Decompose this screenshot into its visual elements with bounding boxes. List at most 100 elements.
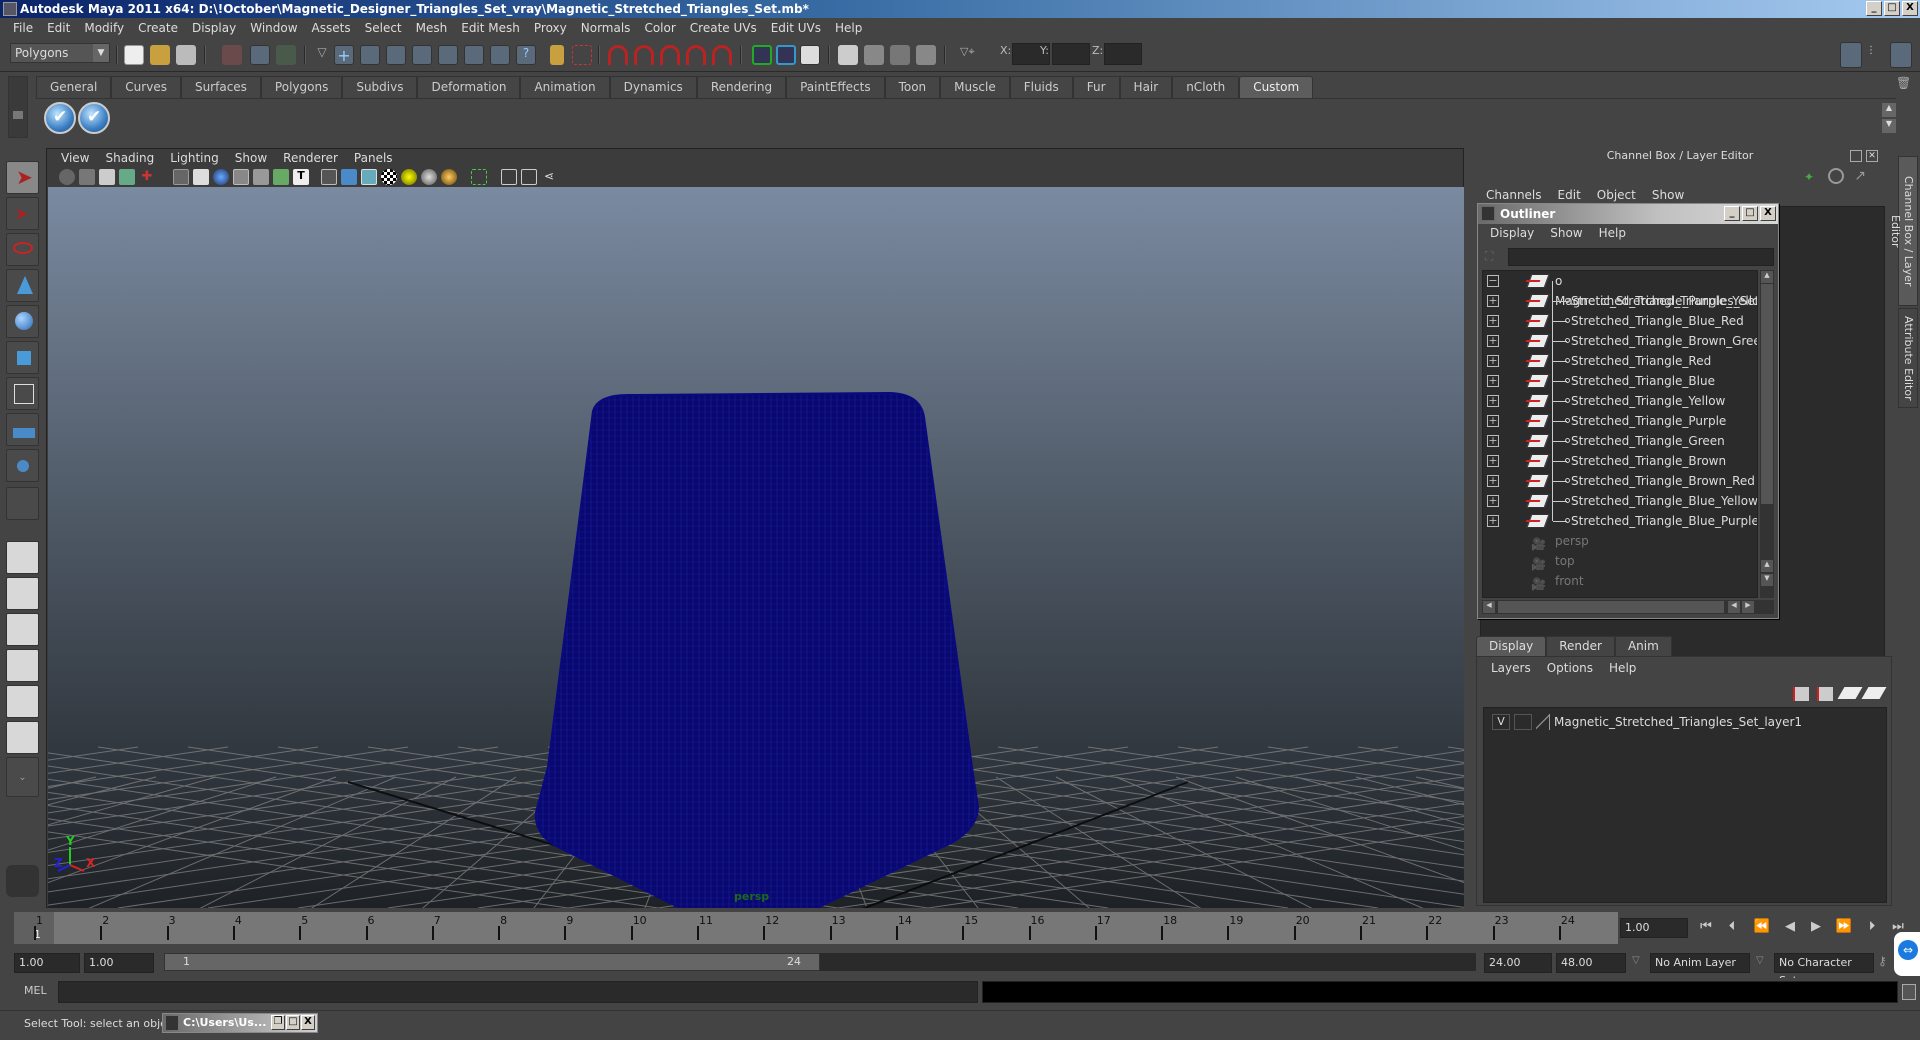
make-live-icon[interactable] [712, 45, 732, 65]
shelf-tab-painteffects[interactable]: PaintEffects [786, 76, 885, 98]
float-panel-icon[interactable] [1850, 150, 1862, 162]
save-scene-icon[interactable] [176, 45, 196, 65]
minimized-window[interactable]: C:\Users\Us... ❐ □ X [162, 1013, 318, 1033]
select-rendering-icon[interactable] [490, 45, 510, 65]
wireframe-icon[interactable] [321, 169, 337, 185]
move-layer-up-icon[interactable] [1793, 687, 1809, 701]
step-back-frame-button[interactable]: ⏴ [1722, 919, 1742, 937]
script-editor-icon[interactable] [1902, 984, 1916, 1000]
outliner-vertical-scrollbar[interactable]: ▲ ▲ ▼ [1760, 270, 1774, 598]
layer-tab-render[interactable]: Render [1546, 636, 1615, 656]
isolate-select-icon[interactable] [471, 169, 487, 185]
layout-dropdown[interactable]: ⌄ [6, 757, 39, 797]
shelf-scroll-down[interactable]: ▼ [1882, 119, 1896, 133]
safe-title-icon[interactable]: T [293, 169, 309, 185]
gate-mask-icon[interactable] [233, 169, 249, 185]
shelf-tab-muscle[interactable]: Muscle [940, 76, 1010, 98]
outliner-minimize-button[interactable]: _ [1724, 206, 1740, 221]
playback-start-field[interactable]: 1.00 [84, 953, 154, 973]
field-chart-icon[interactable] [253, 169, 269, 185]
viewport-menu-panels[interactable]: Panels [346, 151, 401, 165]
shelf-menu-button[interactable] [8, 76, 28, 138]
scroll-thumb[interactable] [1761, 284, 1773, 504]
filter-dropdown-icon[interactable]: ▽ [312, 45, 332, 65]
select-by-hierarchy-icon[interactable] [222, 45, 242, 65]
maximize-button[interactable]: □ [286, 1015, 300, 1030]
toggle-tool-settings-icon[interactable]: ⋮ [1866, 45, 1886, 65]
filter-icon[interactable]: ⛶ [1485, 249, 1501, 265]
select-tool[interactable]: ➤ [6, 161, 39, 194]
textured-icon[interactable] [381, 169, 397, 185]
resolution-gate-icon[interactable] [213, 169, 229, 185]
layer-visibility-toggle[interactable]: V [1492, 714, 1510, 730]
layer-tab-anim[interactable]: Anim [1614, 636, 1672, 656]
grid-toggle-icon[interactable] [173, 169, 189, 185]
play-backwards-button[interactable]: ◀ [1780, 919, 1800, 937]
layer-tab-display[interactable]: Display [1476, 636, 1547, 656]
render-current-frame-icon[interactable] [864, 45, 884, 65]
step-forward-key-button[interactable]: ⏩ [1834, 919, 1854, 937]
universal-manipulator-tool[interactable] [6, 377, 39, 410]
show-manipulator-tool[interactable] [6, 449, 39, 482]
expand-icon[interactable]: + [1487, 315, 1499, 327]
expand-icon[interactable]: + [1487, 295, 1499, 307]
playback-end-field[interactable]: 24.00 [1484, 953, 1552, 973]
expand-icon[interactable]: + [1487, 435, 1499, 447]
snap-to-grid-icon[interactable] [608, 45, 628, 65]
shelf-tab-dynamics[interactable]: Dynamics [609, 76, 697, 98]
menu-modify[interactable]: Modify [77, 21, 131, 35]
shelf-tab-general[interactable]: General [36, 76, 112, 98]
outliner-camera-item[interactable]: 🎥 top [1483, 551, 1757, 571]
select-handles-icon[interactable]: + [334, 45, 354, 65]
menu-edit[interactable]: Edit [40, 21, 77, 35]
xray-icon[interactable] [501, 169, 517, 185]
four-view-layout[interactable] [6, 577, 39, 610]
play-forwards-button[interactable]: ▶ [1806, 919, 1826, 937]
bookmarks-icon[interactable] [99, 169, 115, 185]
high-quality-icon[interactable] [441, 169, 457, 185]
persp-outliner-layout[interactable] [6, 613, 39, 646]
arrow-icon[interactable]: ↗ [1854, 168, 1866, 184]
snap-to-curve-icon[interactable] [634, 45, 654, 65]
show-menu[interactable]: Show [1644, 188, 1692, 202]
select-by-component-icon[interactable] [276, 45, 296, 65]
shadows-icon[interactable] [421, 169, 437, 185]
close-button[interactable]: X [1902, 1, 1918, 16]
new-layer-selected-icon[interactable] [1861, 687, 1887, 699]
new-scene-icon[interactable] [124, 45, 144, 65]
side-tab-attribute-editor[interactable]: Attribute Editor [1898, 308, 1918, 408]
hscroll-thumb[interactable] [1498, 601, 1724, 613]
lock-selection-icon[interactable] [550, 45, 564, 65]
edit-menu[interactable]: Edit [1550, 188, 1589, 202]
step-forward-frame-button[interactable]: ⏵ [1862, 919, 1882, 937]
collapse-icon[interactable]: − [1487, 275, 1499, 287]
menu-assets[interactable]: Assets [305, 21, 358, 35]
outliner-item[interactable]: + Stretched_Triangle_Brown_Red [1483, 471, 1757, 491]
persp-graph-outliner-layout[interactable] [6, 721, 39, 754]
expand-icon[interactable]: + [1487, 335, 1499, 347]
move-layer-down-icon[interactable] [1817, 687, 1833, 701]
layer-playback-toggle[interactable] [1514, 714, 1532, 730]
anim-layer-dropdown[interactable]: No Anim Layer [1650, 953, 1750, 973]
layers-menu[interactable]: Layers [1483, 661, 1539, 675]
lasso-tool[interactable]: ➤ [6, 197, 39, 230]
menu-window[interactable]: Window [243, 21, 304, 35]
viewport-menu-renderer[interactable]: Renderer [275, 151, 346, 165]
menu-mesh[interactable]: Mesh [409, 21, 455, 35]
soft-modification-tool[interactable] [6, 413, 39, 446]
snap-to-view-plane-icon[interactable] [686, 45, 706, 65]
outliner-item[interactable]: + Stretched_Triangle_Blue_Red [1483, 311, 1757, 331]
outliner-menu-show[interactable]: Show [1542, 226, 1590, 240]
input-operations-icon[interactable] [752, 45, 772, 65]
shelf-tab-rendering[interactable]: Rendering [696, 76, 787, 98]
outliner-camera-item[interactable]: 🎥 persp [1483, 531, 1757, 551]
outliner-item[interactable]: + Stretched_Triangle_Blue [1483, 371, 1757, 391]
scroll-left-icon-2[interactable]: ◀ [1728, 601, 1740, 613]
scroll-up-icon[interactable]: ▲ [1761, 271, 1773, 283]
outliner-menu-display[interactable]: Display [1482, 226, 1542, 240]
select-dynamics-icon[interactable] [464, 45, 484, 65]
range-slider[interactable]: 1 24 [164, 953, 820, 971]
menu-file[interactable]: File [6, 21, 40, 35]
shelf-tab-fluids[interactable]: Fluids [1009, 76, 1073, 98]
expand-icon[interactable]: + [1487, 515, 1499, 527]
